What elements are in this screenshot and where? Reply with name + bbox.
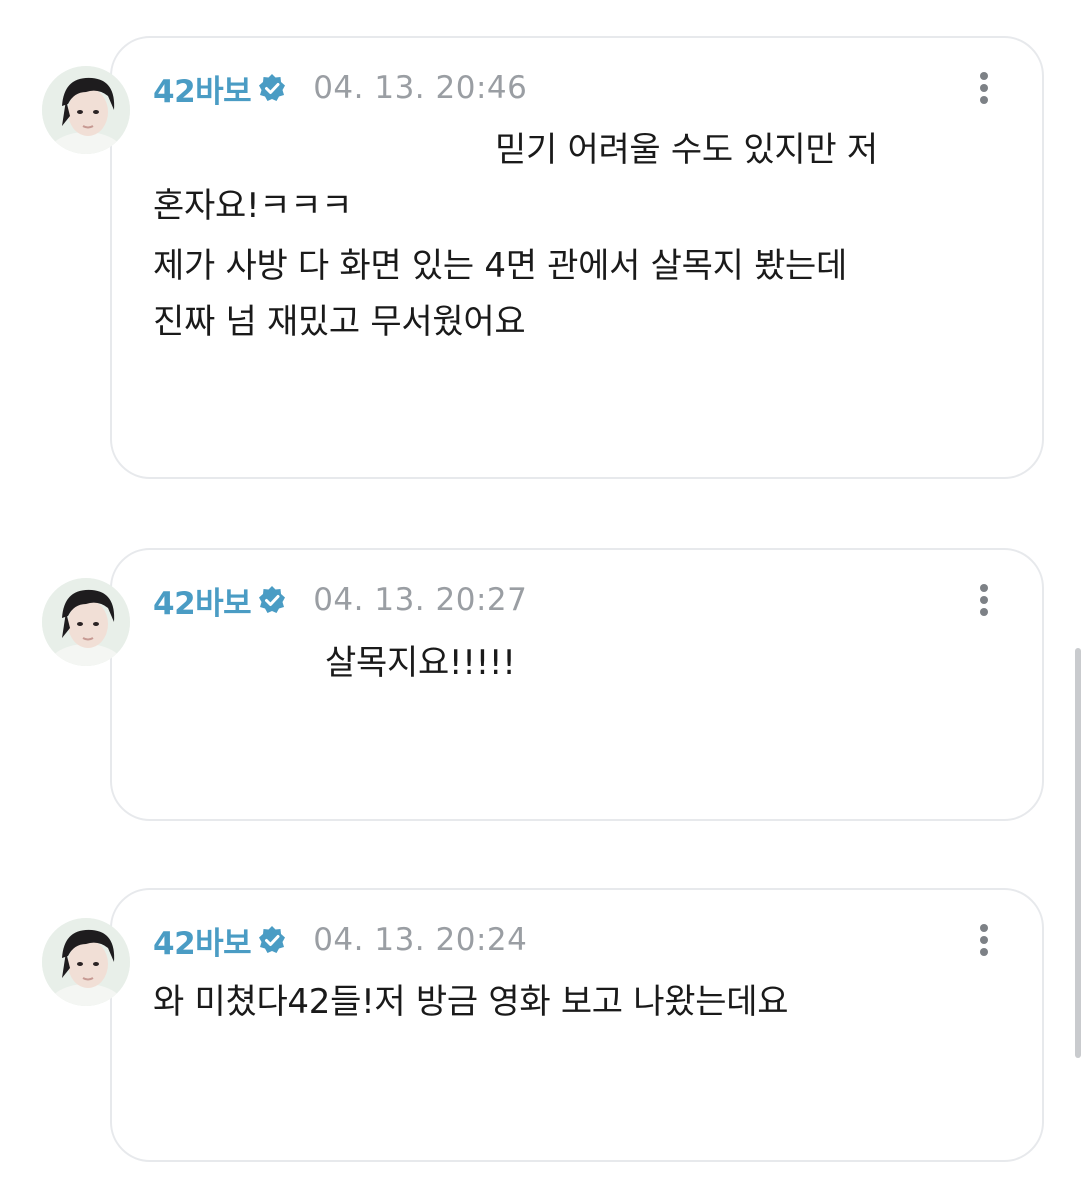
author-row: 42바보 04. 13. 20:27 bbox=[153, 578, 527, 622]
avatar-image bbox=[42, 918, 130, 1006]
message-line: 진짜 넘 재밌고 무서웠어요 bbox=[153, 302, 526, 342]
author-row: 42바보 04. 13. 20:46 bbox=[153, 66, 527, 110]
message-line: 혼자요!ㅋㅋㅋ bbox=[153, 186, 353, 226]
comment-feed: 42바보 04. 13. 20:46 믿기 어려울 수도 있지만 저 혼자요!ㅋ… bbox=[0, 0, 1092, 1200]
avatar-image bbox=[42, 66, 130, 154]
verified-badge-icon bbox=[257, 73, 287, 103]
verified-badge-icon bbox=[257, 925, 287, 955]
more-options-button[interactable] bbox=[968, 918, 1000, 962]
author-name[interactable]: 42바보 bbox=[153, 66, 252, 111]
comment-post: 42바보 04. 13. 20:24 와 미쳤다42들!저 방금 영화 보고 나… bbox=[0, 840, 1092, 1180]
message-line: 믿기 어려울 수도 있지만 저 bbox=[495, 130, 878, 170]
message-line: 와 미쳤다42들!저 방금 영화 보고 나왔는데요 bbox=[153, 982, 789, 1022]
more-dot bbox=[980, 948, 988, 956]
more-dot bbox=[980, 936, 988, 944]
verified-badge-icon bbox=[257, 585, 287, 615]
author-name[interactable]: 42바보 bbox=[153, 578, 252, 623]
more-dot bbox=[980, 608, 988, 616]
avatar[interactable] bbox=[42, 66, 130, 154]
message-line: 살목지요!!!!! bbox=[325, 643, 516, 683]
comment-post: 42바보 04. 13. 20:46 믿기 어려울 수도 있지만 저 혼자요!ㅋ… bbox=[0, 0, 1092, 500]
message-line: 제가 사방 다 화면 있는 4면 관에서 살목지 봤는데 bbox=[153, 246, 848, 286]
more-dot bbox=[980, 96, 988, 104]
timestamp: 04. 13. 20:46 bbox=[313, 70, 528, 106]
more-options-button[interactable] bbox=[968, 578, 1000, 622]
avatar[interactable] bbox=[42, 918, 130, 1006]
more-vertical-icon bbox=[980, 924, 988, 932]
more-vertical-icon bbox=[980, 584, 988, 592]
author-row: 42바보 04. 13. 20:24 bbox=[153, 918, 527, 962]
comment-post: 42바보 04. 13. 20:27 살목지요!!!!! bbox=[0, 500, 1092, 840]
timestamp: 04. 13. 20:27 bbox=[313, 582, 528, 618]
avatar[interactable] bbox=[42, 578, 130, 666]
more-vertical-icon bbox=[980, 72, 988, 80]
timestamp: 04. 13. 20:24 bbox=[313, 922, 528, 958]
more-dot bbox=[980, 596, 988, 604]
more-dot bbox=[980, 84, 988, 92]
author-name[interactable]: 42바보 bbox=[153, 918, 252, 963]
more-options-button[interactable] bbox=[968, 66, 1000, 110]
scrollbar-thumb[interactable] bbox=[1075, 648, 1081, 1058]
avatar-image bbox=[42, 578, 130, 666]
